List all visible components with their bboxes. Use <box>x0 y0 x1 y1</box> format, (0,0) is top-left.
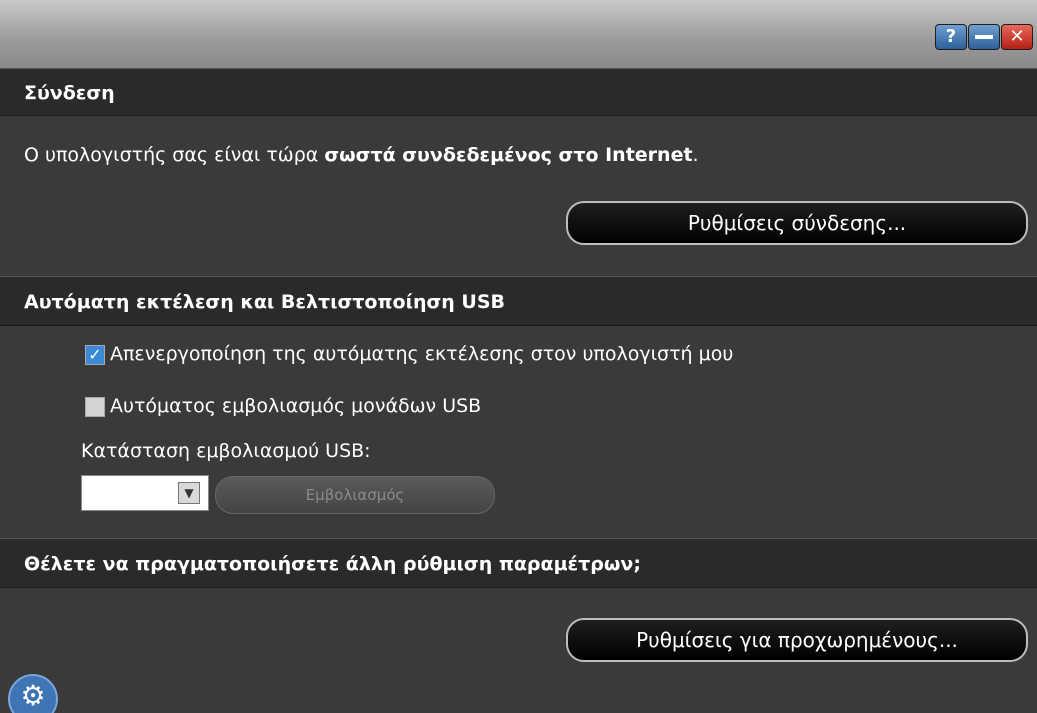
vaccination-status-label: Κατάσταση εμβολιασμού USB: <box>81 440 371 462</box>
minimize-icon[interactable] <box>968 24 1000 50</box>
usb-section-header: Αυτόματη εκτέλεση και Βελτιστοποίηση USB <box>0 276 1037 326</box>
help-icon[interactable]: ? <box>935 24 967 50</box>
connection-settings-button[interactable]: Ρυθμίσεις σύνδεσης... <box>566 201 1028 245</box>
connection-status-text: Ο υπολογιστής σας είναι τώρα σωστά συνδε… <box>24 144 699 166</box>
advanced-settings-button[interactable]: Ρυθμίσεις για προχωρημένους... <box>566 618 1028 662</box>
auto-vaccinate-checkbox[interactable] <box>85 397 105 417</box>
window: ? ✕ Σύνδεση Ο υπολογιστής σας είναι τώρα… <box>0 0 1037 713</box>
connection-status-bold: σωστά συνδεδεμένος στο Internet <box>324 144 693 166</box>
vaccination-select[interactable]: ▼ <box>81 475 209 511</box>
advanced-section-header: Θέλετε να πραγματοποιήσετε άλλη ρύθμιση … <box>0 538 1037 588</box>
auto-vaccinate-label: Αυτόματος εμβολιασμός μονάδων USB <box>110 395 482 417</box>
gear-icon[interactable]: ⚙ <box>8 674 58 713</box>
title-bar: ? ✕ <box>0 0 1037 68</box>
disable-autorun-checkbox[interactable]: ✓ <box>85 345 105 365</box>
vaccinate-button[interactable]: Εμβολιασμός <box>215 476 495 514</box>
chevron-down-icon[interactable]: ▼ <box>178 482 200 504</box>
connection-status-prefix: Ο υπολογιστής σας είναι τώρα <box>24 144 325 166</box>
connection-status-suffix: . <box>692 144 699 166</box>
connection-section-header: Σύνδεση <box>0 68 1037 116</box>
close-icon[interactable]: ✕ <box>1001 24 1033 50</box>
disable-autorun-label: Απενεργοποίηση της αυτόματης εκτέλεσης σ… <box>110 343 734 365</box>
